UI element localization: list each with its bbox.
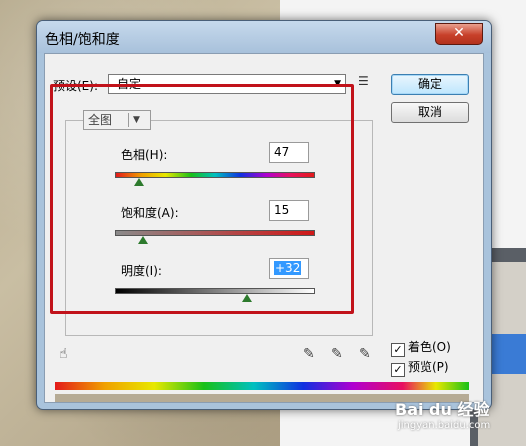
close-icon: ✕	[453, 25, 465, 41]
title-bar: 色相/饱和度 ✕	[37, 21, 491, 53]
watermark-logo: Bai du 经验	[395, 400, 490, 419]
eyedropper-icon[interactable]: ✎	[303, 346, 315, 362]
ok-button[interactable]: 确定	[391, 74, 469, 95]
highlight-annotation	[50, 84, 354, 314]
colorize-label: 着色(O)	[408, 340, 451, 354]
dialog-title: 色相/饱和度	[45, 32, 120, 48]
hue-spectrum-bar	[55, 382, 469, 390]
preview-option[interactable]: ✓ 预览(P)	[391, 358, 449, 377]
colorize-option[interactable]: ✓ 着色(O)	[391, 338, 451, 357]
watermark-url: jingyan.baidu.com	[398, 420, 491, 431]
close-button[interactable]: ✕	[435, 23, 483, 45]
preset-options-icon[interactable]: ☰	[358, 74, 369, 88]
preview-checkbox[interactable]: ✓	[391, 363, 405, 377]
cancel-button[interactable]: 取消	[391, 102, 469, 123]
eyedropper-plus-icon[interactable]: ✎	[331, 346, 343, 362]
eyedropper-minus-icon[interactable]: ✎	[359, 346, 371, 362]
colorize-checkbox[interactable]: ✓	[391, 343, 405, 357]
hand-tool-icon[interactable]: ☝	[59, 346, 68, 362]
preview-label: 预览(P)	[408, 360, 449, 374]
